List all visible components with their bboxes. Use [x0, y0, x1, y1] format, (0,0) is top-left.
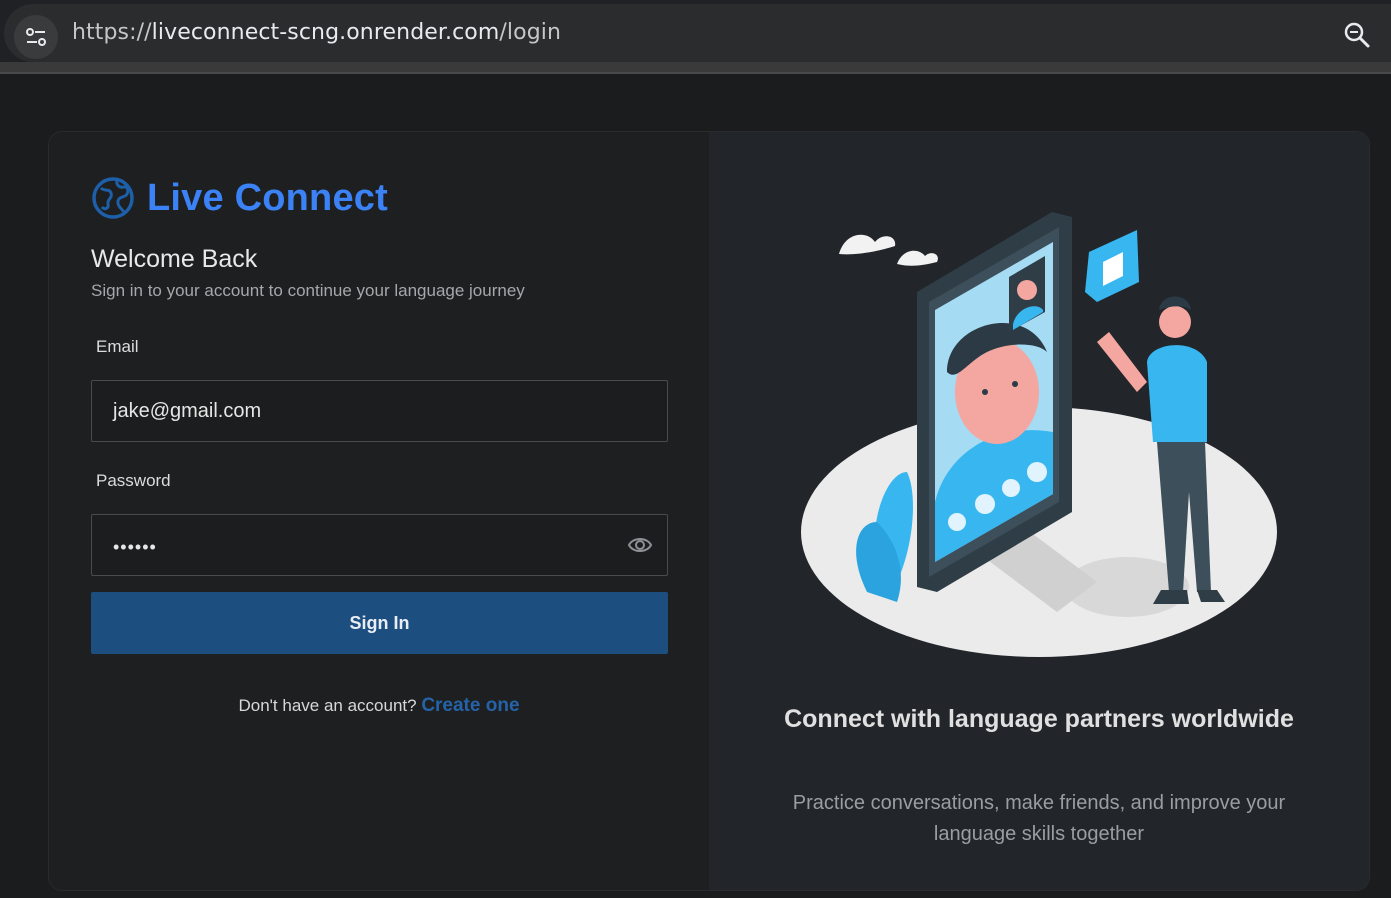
email-field[interactable]: jake@gmail.com	[91, 380, 668, 442]
page-title: Welcome Back	[91, 245, 258, 273]
sign-in-button[interactable]: Sign In	[91, 592, 668, 654]
promo-title: Connect with language partners worldwide	[784, 705, 1294, 733]
address-bar[interactable]: https://liveconnect-scng.onrender.com/lo…	[4, 4, 1391, 62]
eye-icon[interactable]	[627, 534, 653, 556]
login-card: Live Connect Welcome Back Sign in to you…	[48, 131, 1370, 891]
site-info-button[interactable]	[14, 15, 58, 59]
password-label: Password	[96, 471, 171, 490]
zoom-icon[interactable]	[1342, 20, 1372, 50]
brand-name: Live Connect	[147, 176, 388, 219]
brand: Live Connect	[91, 176, 388, 220]
signup-prompt: Don't have an account?	[238, 696, 417, 715]
promo-panel: Connect with language partners worldwide…	[709, 132, 1369, 890]
create-account-link[interactable]: Create one	[421, 695, 519, 716]
signup-row: Don't have an account? Create one	[49, 695, 709, 717]
email-value: jake@gmail.com	[113, 400, 262, 422]
login-panel: Live Connect Welcome Back Sign in to you…	[49, 132, 709, 890]
toolbar-divider	[0, 62, 1391, 74]
password-field[interactable]: ••••••	[91, 514, 668, 576]
tune-icon	[26, 28, 46, 46]
promo-description: Practice conversations, make friends, an…	[792, 792, 1286, 845]
email-label: Email	[96, 337, 139, 356]
page-subtitle: Sign in to your account to continue your…	[91, 281, 525, 300]
url-text[interactable]: https://liveconnect-scng.onrender.com/lo…	[72, 20, 561, 45]
password-value: ••••••	[113, 537, 157, 557]
globe-icon	[92, 177, 134, 219]
browser-toolbar: https://liveconnect-scng.onrender.com/lo…	[0, 0, 1391, 74]
video-chat-illustration	[801, 212, 1277, 657]
